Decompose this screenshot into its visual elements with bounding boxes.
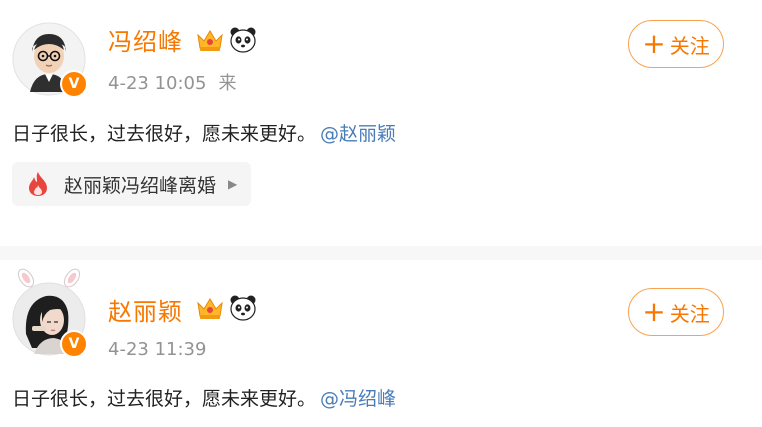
post-divider xyxy=(0,246,762,260)
avatar[interactable]: V xyxy=(12,268,88,358)
username[interactable]: 赵丽颖 xyxy=(108,292,183,327)
chevron-right-icon: ▶ xyxy=(228,177,238,191)
plus-icon: + xyxy=(642,295,666,328)
weibo-post: V 冯绍峰 4-23 10:05 来 + 关注 日子很长，过去很好，愿未来更好。 @ xyxy=(0,0,762,246)
post-text: 日子很长，过去很好，愿未来更好。 xyxy=(12,388,317,410)
plus-icon: + xyxy=(642,27,666,60)
post-text: 日子很长，过去很好，愿未来更好。 xyxy=(12,123,317,145)
follow-label: 关注 xyxy=(669,301,710,326)
avatar[interactable]: V xyxy=(12,22,88,98)
verified-badge-icon: V xyxy=(60,330,88,358)
weibo-feed: V 冯绍峰 4-23 10:05 来 + 关注 日子很长，过去很好，愿未来更好。 @ xyxy=(0,0,762,427)
verified-badge-icon: V xyxy=(60,70,88,98)
post-meta: 4-23 11:39 xyxy=(108,339,206,360)
weibo-post: V 赵丽颖 4-23 11:39 + 关注 日子很长，过去很好，愿未来更好。 @冯 xyxy=(0,260,762,427)
follow-button[interactable]: + 关注 xyxy=(628,20,724,68)
fire-icon xyxy=(24,170,52,198)
crown-icon xyxy=(197,298,223,319)
mention-link[interactable]: @冯绍峰 xyxy=(320,388,396,410)
post-content: 日子很长，过去很好，愿未来更好。 @赵丽颖 xyxy=(12,119,396,146)
panda-icon xyxy=(230,295,256,321)
post-time[interactable]: 4-23 11:39 xyxy=(108,339,206,360)
post-meta: 4-23 10:05 来 xyxy=(108,69,236,95)
mention-link[interactable]: @赵丽颖 xyxy=(320,123,396,145)
panda-icon xyxy=(230,27,256,53)
post-source: 来 xyxy=(218,73,237,94)
post-time[interactable]: 4-23 10:05 xyxy=(108,73,206,94)
crown-icon xyxy=(197,30,223,51)
topic-label: 赵丽颖冯绍峰离婚 xyxy=(64,174,217,197)
username[interactable]: 冯绍峰 xyxy=(108,22,183,57)
topic-tag[interactable]: 赵丽颖冯绍峰离婚 ▶ xyxy=(12,162,252,206)
follow-label: 关注 xyxy=(669,33,710,58)
follow-button[interactable]: + 关注 xyxy=(628,288,724,336)
post-content: 日子很长，过去很好，愿未来更好。 @冯绍峰 xyxy=(12,384,396,411)
